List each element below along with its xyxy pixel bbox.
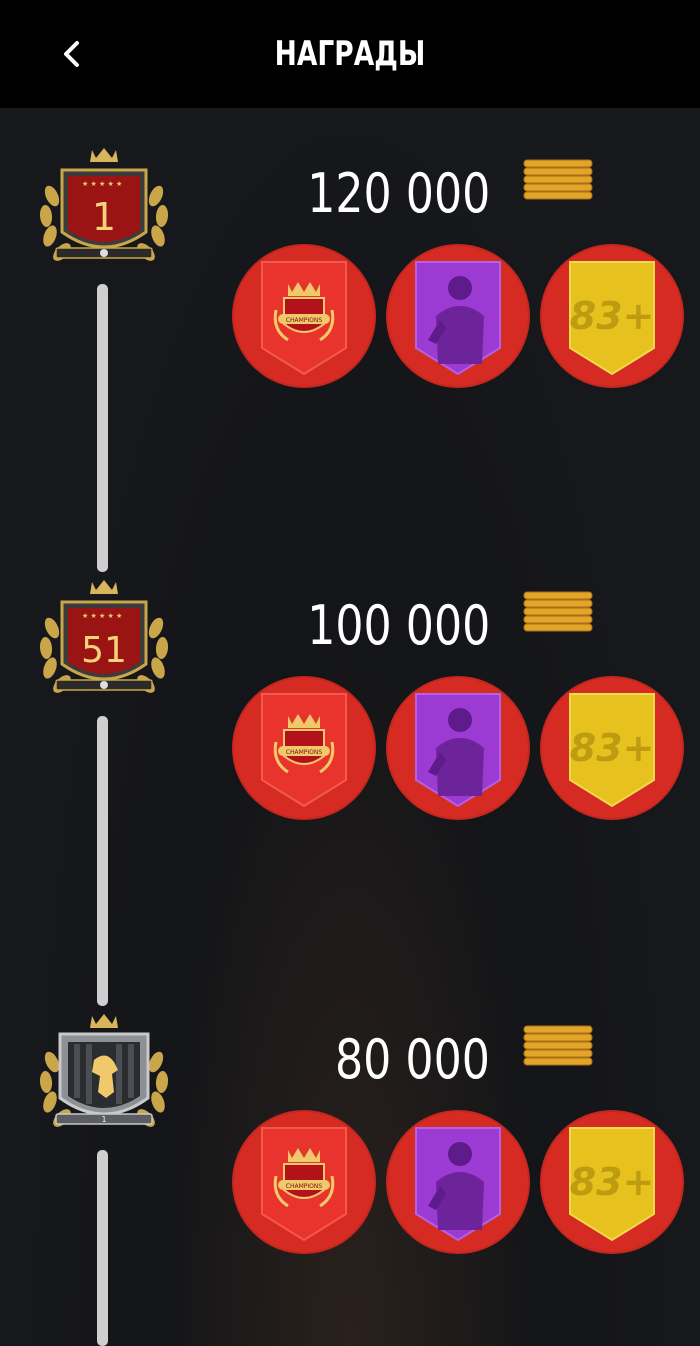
champions-pack-reward[interactable]: CHAMPIONS (232, 676, 376, 820)
coin-amount: 80 000 (335, 1028, 490, 1091)
player-pack-reward[interactable] (386, 1110, 530, 1254)
coin-amount: 100 000 (306, 594, 490, 657)
page-title: НАГРАДЫ (274, 34, 426, 74)
svg-text:1: 1 (101, 1115, 106, 1124)
champions-pack-reward[interactable]: CHAMPIONS (232, 244, 376, 388)
svg-text:51: 51 (81, 630, 127, 671)
reward-tier: 1 80 000 CHAMPIONS 83+ (0, 1010, 700, 1270)
svg-text:1: 1 (92, 195, 116, 239)
rank-badge: ★ ★ ★ ★ ★ 51 (39, 580, 169, 693)
gold-pack-label: 83+ (569, 294, 655, 338)
gold-pack-label: 83+ (569, 726, 655, 770)
player-pack-reward[interactable] (386, 244, 530, 388)
player-pack-icon (415, 261, 501, 376)
reward-tier: ★ ★ ★ ★ ★ 51 100 000 CHAMPIONS 83+ (0, 576, 700, 836)
coins-icon (523, 1025, 593, 1066)
gold-pack-reward[interactable]: 83+ (540, 244, 684, 388)
gold-pack-reward[interactable]: 83+ (540, 676, 684, 820)
svg-text:★ ★ ★ ★ ★: ★ ★ ★ ★ ★ (82, 612, 122, 620)
champions-pack-icon: CHAMPIONS (261, 693, 347, 808)
player-pack-icon (415, 1127, 501, 1242)
gold-pack-reward[interactable]: 83+ (540, 1110, 684, 1254)
player-pack-reward[interactable] (386, 676, 530, 820)
coins-icon (523, 591, 593, 632)
champions-pack-icon: CHAMPIONS (261, 261, 347, 376)
svg-text:CHAMPIONS: CHAMPIONS (286, 317, 323, 324)
svg-text:CHAMPIONS: CHAMPIONS (286, 749, 323, 756)
coin-amount: 120 000 (306, 162, 490, 225)
lion-rank-badge: 1 (39, 1014, 169, 1127)
svg-text:CHAMPIONS: CHAMPIONS (286, 1183, 323, 1190)
gold-pack-label: 83+ (569, 1160, 655, 1204)
player-pack-icon (415, 693, 501, 808)
svg-text:★ ★ ★ ★ ★: ★ ★ ★ ★ ★ (82, 180, 122, 188)
rank-badge: ★ ★ ★ ★ ★ 1 (39, 148, 169, 261)
champions-pack-icon: CHAMPIONS (261, 1127, 347, 1242)
coins-icon (523, 159, 593, 200)
reward-tier: ★ ★ ★ ★ ★ 1 120 000 CHAMPIONS 83+ (0, 144, 700, 404)
champions-pack-reward[interactable]: CHAMPIONS (232, 1110, 376, 1254)
top-bar: НАГРАДЫ (0, 0, 700, 108)
